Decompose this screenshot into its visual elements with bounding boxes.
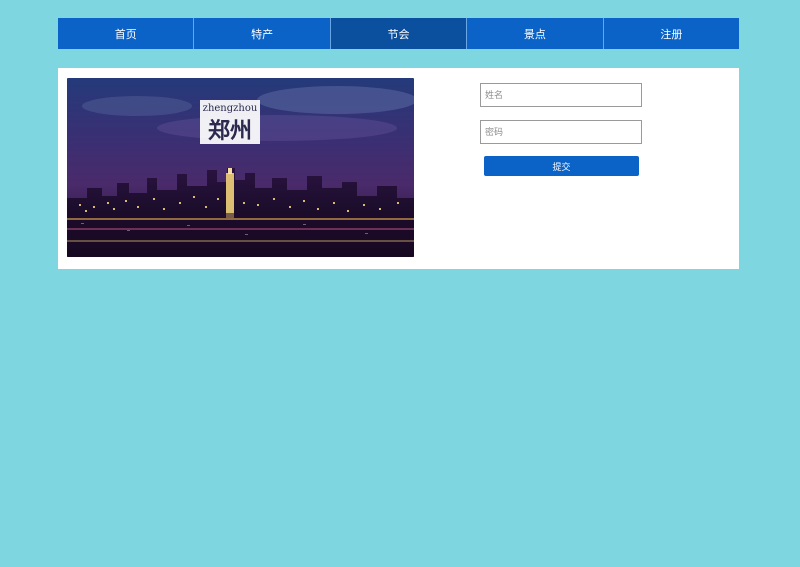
nav-item-register[interactable]: 注册 [604, 18, 739, 49]
logo-latin-text: zhengzhou [203, 103, 258, 114]
logo-chinese-text: 郑州 [208, 118, 252, 144]
nav-item-attractions[interactable]: 景点 [467, 18, 604, 49]
nav-item-festivals[interactable]: 节会 [330, 18, 468, 49]
register-form: 提交 [480, 83, 650, 176]
name-input[interactable] [480, 83, 642, 107]
password-input[interactable] [480, 120, 642, 144]
city-night-image: zhengzhou 郑州 [67, 78, 414, 257]
nav-item-home[interactable]: 首页 [58, 18, 195, 49]
nav-item-specialties[interactable]: 特产 [194, 18, 331, 49]
content-panel: zhengzhou 郑州 提交 [58, 68, 739, 269]
top-nav: 首页 特产 节会 景点 注册 [58, 18, 739, 49]
submit-button[interactable]: 提交 [484, 156, 639, 176]
